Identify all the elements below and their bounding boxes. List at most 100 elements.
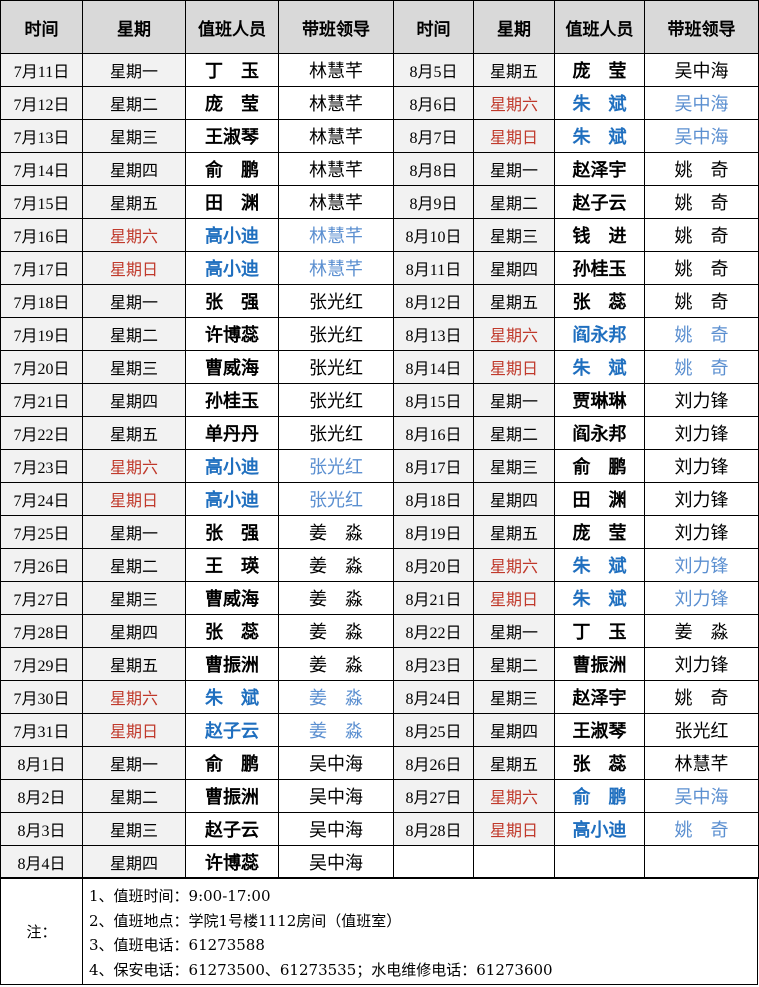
weekday-cell-right: 星期三 — [473, 218, 555, 252]
weekday-cell-right: 星期五 — [473, 284, 555, 318]
leader-cell: 姜 淼 — [278, 680, 394, 714]
duty-person-cell-right: 赵泽宇 — [554, 680, 645, 714]
duty-person-cell-right: 曹振洲 — [554, 647, 645, 681]
date-cell-right: 8月14日 — [393, 350, 474, 384]
weekday-cell-right: 星期一 — [473, 152, 555, 186]
weekday-cell: 星期日 — [82, 251, 186, 285]
date-cell: 8月1日 — [0, 746, 83, 780]
weekday-cell-right: 星期日 — [473, 350, 555, 384]
weekday-cell: 星期一 — [82, 515, 186, 549]
date-cell: 7月16日 — [0, 218, 83, 252]
duty-person-cell-right: 高小迪 — [554, 812, 645, 846]
header-weekday: 星期 — [82, 0, 186, 54]
duty-person-cell: 高小迪 — [185, 482, 279, 516]
date-cell-right: 8月7日 — [393, 119, 474, 153]
weekday-cell-right: 星期二 — [473, 185, 555, 219]
leader-cell-right: 刘力锋 — [644, 383, 759, 417]
leader-cell-right: 吴中海 — [644, 779, 759, 813]
table-row: 7月11日 星期一丁 玉林慧芊 8月5日 星期五庞 莹吴中海 — [0, 53, 759, 87]
date-cell: 7月13日 — [0, 119, 83, 153]
date-cell: 7月12日 — [0, 86, 83, 120]
date-cell: 8月2日 — [0, 779, 83, 813]
duty-person-cell-right: 朱 斌 — [554, 119, 645, 153]
weekday-cell: 星期三 — [82, 119, 186, 153]
header-weekday-right: 星期 — [473, 0, 555, 54]
weekday-cell-right: 星期五 — [473, 746, 555, 780]
weekday-cell-right: 星期五 — [473, 515, 555, 549]
duty-person-cell-right: 朱 斌 — [554, 581, 645, 615]
leader-cell: 吴中海 — [278, 845, 394, 879]
date-cell-right: 8月8日 — [393, 152, 474, 186]
date-cell-right: 8月6日 — [393, 86, 474, 120]
leader-cell: 张光红 — [278, 383, 394, 417]
date-cell-right: 8月11日 — [393, 251, 474, 285]
duty-person-cell: 许博蕊 — [185, 845, 279, 879]
duty-schedule-table: 时间 星期 值班人员 带班领导 时间 星期 值班人员 带班领导 7月11日 星期一… — [0, 0, 759, 879]
table-row: 7月18日 星期一张 强张光红 8月12日 星期五张 蕊姚 奇 — [0, 284, 759, 318]
weekday-cell-right: 星期六 — [473, 779, 555, 813]
leader-cell: 张光红 — [278, 284, 394, 318]
duty-person-cell: 赵子云 — [185, 812, 279, 846]
table-row: 7月20日 星期三 曹威海 张光红 8月14日 星期日朱 斌姚 奇 — [0, 350, 759, 384]
leader-cell: 姜 淼 — [278, 713, 394, 747]
table-row: 7月24日 星期日 高小迪 张光红 8月18日 星期四田 渊刘力锋 — [0, 482, 759, 516]
weekday-cell: 星期三 — [82, 812, 186, 846]
duty-person-cell: 单丹丹 — [185, 416, 279, 450]
duty-person-cell-right: 田 渊 — [554, 482, 645, 516]
weekday-cell: 星期日 — [82, 713, 186, 747]
date-cell: 7月30日 — [0, 680, 83, 714]
date-cell: 7月26日 — [0, 548, 83, 582]
duty-person-cell: 俞 鹏 — [185, 746, 279, 780]
weekday-cell: 星期二 — [82, 548, 186, 582]
weekday-cell: 星期四 — [82, 383, 186, 417]
duty-person-cell: 高小迪 — [185, 251, 279, 285]
weekday-cell-right: 星期日 — [473, 119, 555, 153]
weekday-cell-right: 星期日 — [473, 812, 555, 846]
weekday-cell: 星期五 — [82, 416, 186, 450]
weekday-cell: 星期二 — [82, 317, 186, 351]
leader-cell-right: 刘力锋 — [644, 416, 759, 450]
duty-person-cell-right: 丁 玉 — [554, 614, 645, 648]
duty-person-cell: 田 渊 — [185, 185, 279, 219]
date-cell-right: 8月22日 — [393, 614, 474, 648]
date-cell: 7月11日 — [0, 53, 83, 87]
weekday-cell-right: 星期四 — [473, 251, 555, 285]
duty-person-cell: 张 强 — [185, 284, 279, 318]
weekday-cell-right: 星期六 — [473, 317, 555, 351]
weekday-cell: 星期一 — [82, 53, 186, 87]
duty-person-cell-right: 孙桂玉 — [554, 251, 645, 285]
leader-cell: 林慧芊 — [278, 119, 394, 153]
leader-cell: 姜 淼 — [278, 581, 394, 615]
empty-cell — [644, 845, 759, 879]
weekday-cell: 星期二 — [82, 779, 186, 813]
header-duty-person: 值班人员 — [185, 0, 279, 54]
table-row: 7月27日 星期三 曹威海姜 淼 8月21日 星期日朱 斌刘力锋 — [0, 581, 759, 615]
leader-cell-right: 姚 奇 — [644, 185, 759, 219]
leader-cell-right: 吴中海 — [644, 119, 759, 153]
duty-person-cell: 俞 鹏 — [185, 152, 279, 186]
table-row: 7月15日 星期五田 渊林慧芊 8月9日 星期二 赵子云姚 奇 — [0, 185, 759, 219]
date-cell: 7月20日 — [0, 350, 83, 384]
leader-cell-right: 吴中海 — [644, 86, 759, 120]
duty-person-cell: 曹振洲 — [185, 779, 279, 813]
header-date-right: 时间 — [393, 0, 474, 54]
date-cell-right: 8月23日 — [393, 647, 474, 681]
duty-person-cell-right: 阎永邦 — [554, 317, 645, 351]
notes-lines: 1、值班时间：9:00-17:00 2、值班地点：学院1号楼1112房间（值班室… — [89, 884, 553, 982]
date-cell: 7月29日 — [0, 647, 83, 681]
date-cell: 8月4日 — [0, 845, 83, 879]
leader-cell-right: 姚 奇 — [644, 680, 759, 714]
duty-person-cell: 王 瑛 — [185, 548, 279, 582]
leader-cell: 姜 淼 — [278, 614, 394, 648]
weekday-cell-right: 星期二 — [473, 416, 555, 450]
duty-person-cell-right: 贾琳琳 — [554, 383, 645, 417]
weekday-cell-right: 星期六 — [473, 548, 555, 582]
date-cell-right: 8月26日 — [393, 746, 474, 780]
date-cell-right: 8月20日 — [393, 548, 474, 582]
leader-cell: 张光红 — [278, 317, 394, 351]
duty-person-cell: 高小迪 — [185, 449, 279, 483]
weekday-cell: 星期日 — [82, 482, 186, 516]
leader-cell-right: 刘力锋 — [644, 515, 759, 549]
leader-cell: 林慧芊 — [278, 53, 394, 87]
date-cell-right: 8月12日 — [393, 284, 474, 318]
